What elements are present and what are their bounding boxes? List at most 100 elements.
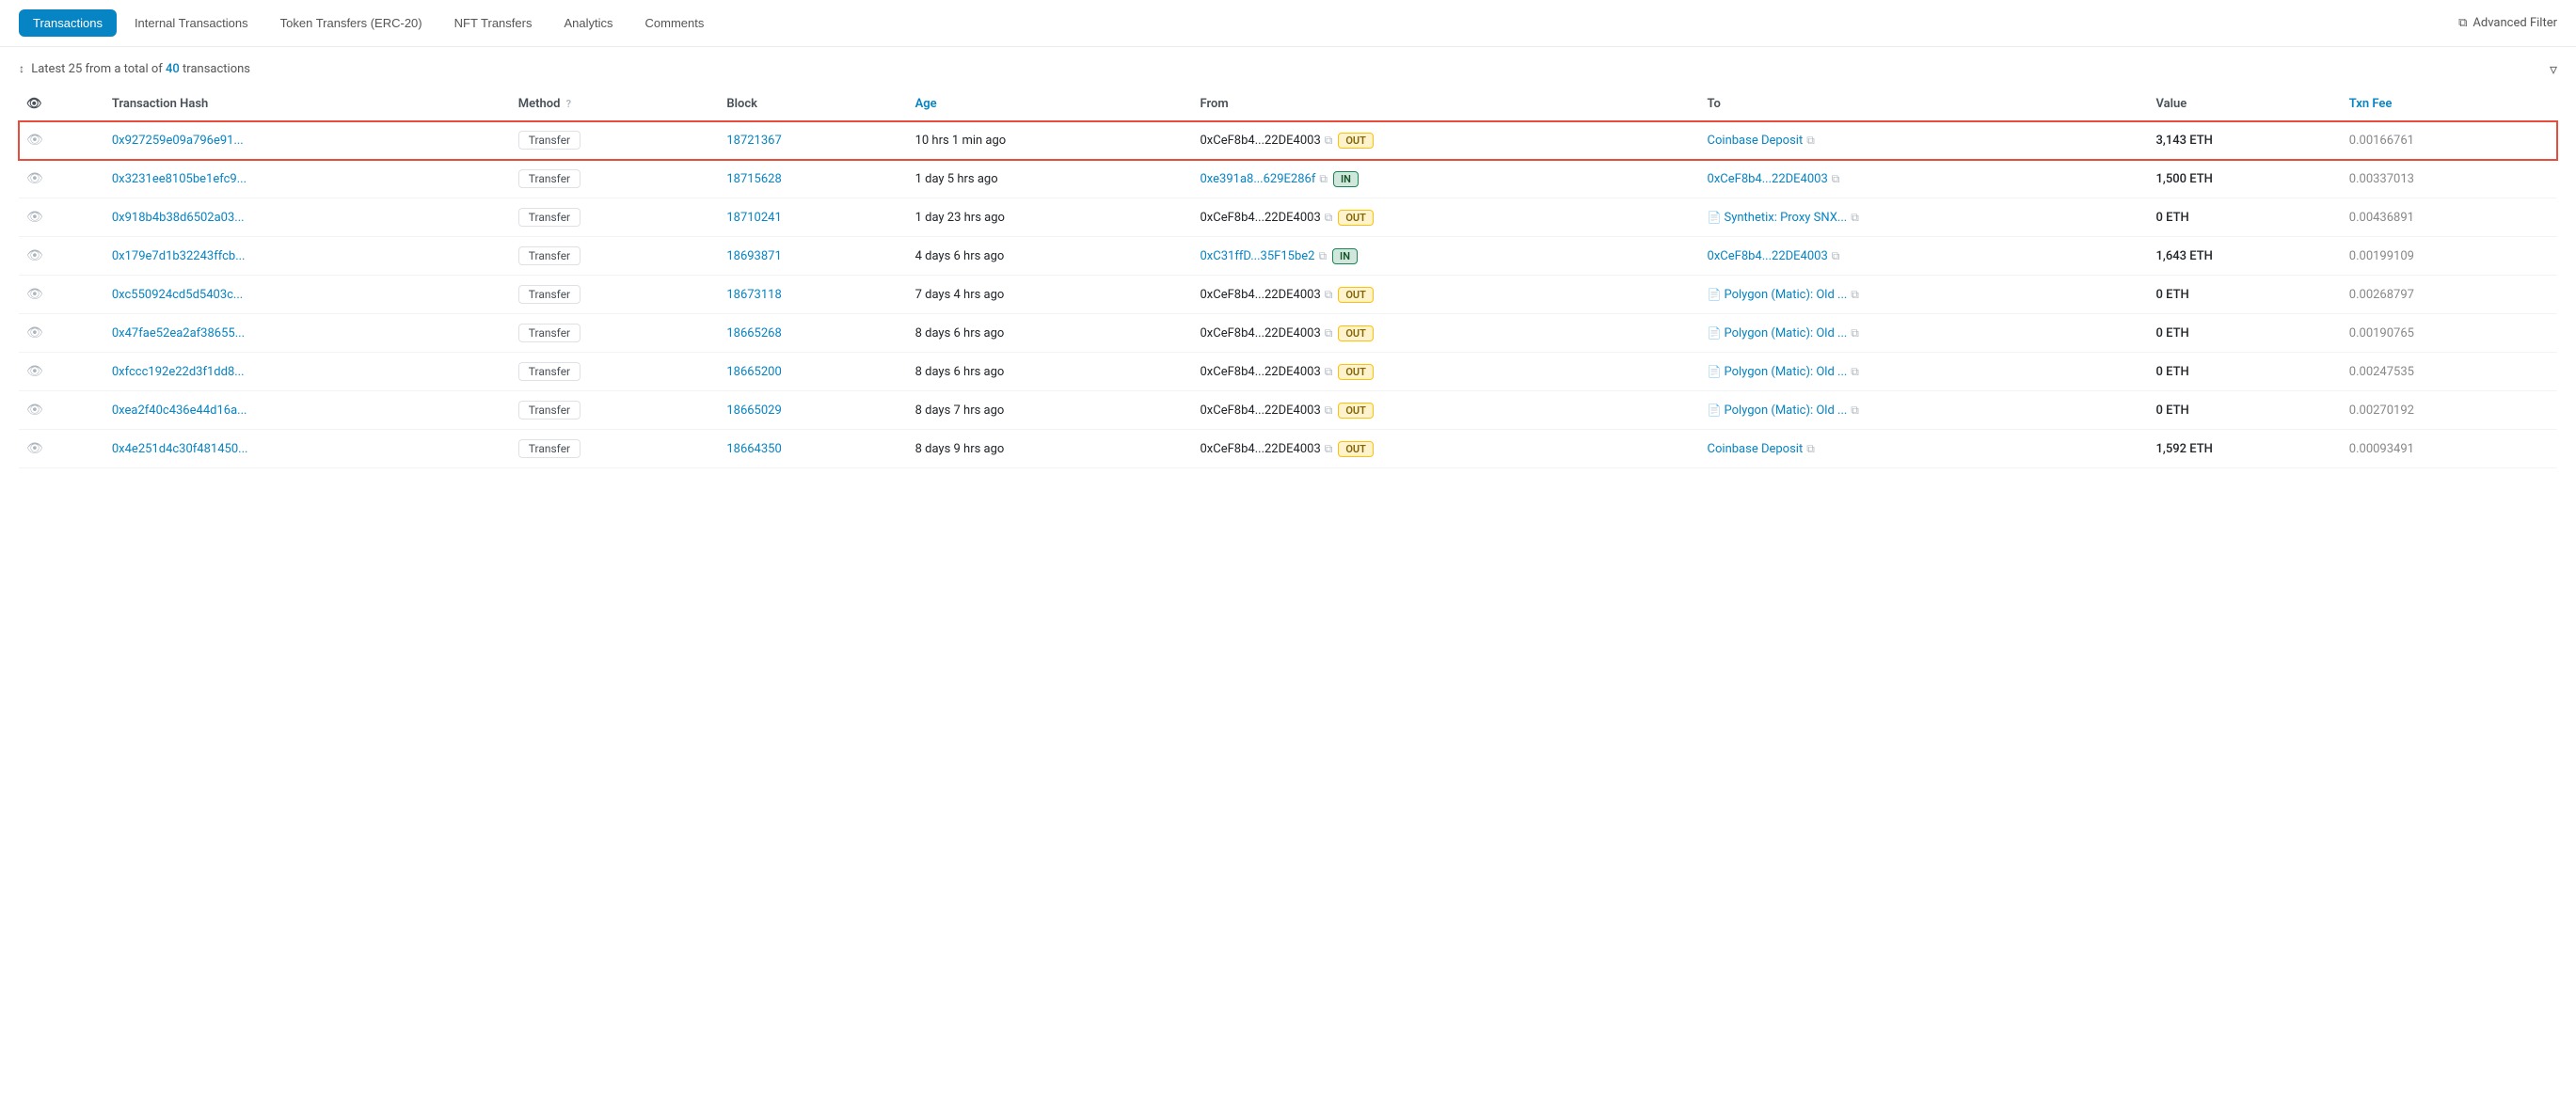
block-link[interactable]: 18664350 [726,442,781,456]
row-eye-icon[interactable]: 👁 [26,248,43,263]
to-address-link[interactable]: Polygon (Matic): Old ... [1724,404,1847,418]
col-age[interactable]: Age [908,87,1193,121]
row-eye-icon[interactable]: 👁 [26,403,43,418]
txn-fee-cell: 0.00166761 [2342,121,2557,160]
from-address: 0xCeF8b4...22DE4003 [1201,365,1321,379]
filter-button[interactable]: ▿ [2550,60,2557,78]
from-copy-icon[interactable]: ⧉ [1325,288,1333,302]
value-cell: 0 ETH [2149,198,2342,237]
to-address-link[interactable]: Coinbase Deposit [1708,134,1804,148]
total-count[interactable]: 40 [166,62,180,76]
tx-hash-link[interactable]: 0x3231ee8105be1efc9... [112,172,246,186]
from-copy-icon[interactable]: ⧉ [1325,326,1333,340]
eye-header-icon: 👁 [26,97,42,111]
to-copy-icon[interactable]: ⧉ [1851,326,1859,340]
from-copy-icon[interactable]: ⧉ [1325,134,1333,148]
age-cell: 7 days 4 hrs ago [908,276,1193,314]
tx-hash-link[interactable]: 0x179e7d1b32243ffcb... [112,249,246,263]
row-eye-icon[interactable]: 👁 [26,441,43,456]
to-copy-icon[interactable]: ⧉ [1851,288,1859,302]
block-link[interactable]: 18721367 [726,134,781,148]
tx-hash-link[interactable]: 0x47fae52ea2af38655... [112,326,245,340]
nav-tab-nft-transfers[interactable]: NFT Transfers [440,9,547,37]
sort-icon: ↕ [19,62,24,75]
block-link[interactable]: 18710241 [726,211,781,225]
table-row: 👁0x179e7d1b32243ffcb...Transfer186938714… [19,237,2557,276]
from-copy-icon[interactable]: ⧉ [1318,249,1327,263]
block-link[interactable]: 18693871 [726,249,781,263]
col-method: Method ? [511,87,720,121]
direction-badge: OUT [1338,287,1374,303]
from-copy-icon[interactable]: ⧉ [1325,365,1333,379]
to-address-link[interactable]: Coinbase Deposit [1708,442,1804,456]
to-copy-icon[interactable]: ⧉ [1806,442,1815,456]
table-row: 👁0x918b4b38d6502a03...Transfer187102411 … [19,198,2557,237]
block-link[interactable]: 18665268 [726,326,781,340]
from-copy-icon[interactable]: ⧉ [1325,404,1333,418]
to-address-link[interactable]: Polygon (Matic): Old ... [1724,365,1847,379]
row-eye-icon[interactable]: 👁 [26,287,43,302]
row-eye-icon[interactable]: 👁 [26,133,43,148]
advanced-filter-label: Advanced Filter [2473,16,2557,30]
from-address: 0xCeF8b4...22DE4003 [1201,326,1321,340]
tx-hash-link[interactable]: 0xea2f40c436e44d16a... [112,404,247,418]
to-address-link[interactable]: 0xCeF8b4...22DE4003 [1708,249,1828,263]
col-txn-fee[interactable]: Txn Fee [2342,87,2557,121]
tx-hash-link[interactable]: 0xc550924cd5d5403c... [112,288,243,302]
to-copy-icon[interactable]: ⧉ [1851,211,1859,225]
nav-tab-internal-transactions[interactable]: Internal Transactions [120,9,262,37]
summary-text: ↕ Latest 25 from a total of 40 transacti… [19,62,250,76]
txn-fee-cell: 0.00199109 [2342,237,2557,276]
from-address-link[interactable]: 0xC31ffD...35F15be2 [1201,249,1315,263]
block-link[interactable]: 18665029 [726,404,781,418]
to-address-link[interactable]: 0xCeF8b4...22DE4003 [1708,172,1828,186]
contract-icon: 📄 [1708,404,1722,417]
block-link[interactable]: 18665200 [726,365,781,379]
transactions-table: 👁 Transaction Hash Method ? Block Age Fr… [19,87,2557,468]
advanced-filter-button[interactable]: ⧉ Advanced Filter [2458,16,2557,30]
from-copy-icon[interactable]: ⧉ [1319,172,1328,186]
age-cell: 8 days 6 hrs ago [908,353,1193,391]
nav-tab-analytics[interactable]: Analytics [549,9,627,37]
direction-badge: OUT [1338,133,1374,149]
row-eye-icon[interactable]: 👁 [26,364,43,379]
from-copy-icon[interactable]: ⧉ [1325,211,1333,225]
tx-hash-link[interactable]: 0x4e251d4c30f481450... [112,442,248,456]
from-address-link[interactable]: 0xe391a8...629E286f [1201,172,1316,186]
block-link[interactable]: 18715628 [726,172,781,186]
to-address-link[interactable]: Polygon (Matic): Old ... [1724,326,1847,340]
method-badge: Transfer [518,324,580,342]
row-eye-icon[interactable]: 👁 [26,171,43,186]
from-address: 0xCeF8b4...22DE4003 [1201,134,1321,148]
block-link[interactable]: 18673118 [726,288,781,302]
col-to: To [1700,87,2149,121]
from-address: 0xCeF8b4...22DE4003 [1201,288,1321,302]
tx-hash-link[interactable]: 0x927259e09a796e91... [112,134,244,148]
from-address: 0xCeF8b4...22DE4003 [1201,442,1321,456]
txn-fee-cell: 0.00190765 [2342,314,2557,353]
to-copy-icon[interactable]: ⧉ [1851,404,1859,418]
value-cell: 1,643 ETH [2149,237,2342,276]
table-row: 👁0xc550924cd5d5403c...Transfer186731187 … [19,276,2557,314]
tx-hash-link[interactable]: 0x918b4b38d6502a03... [112,211,245,225]
value-cell: 0 ETH [2149,314,2342,353]
method-badge: Transfer [518,401,580,419]
nav-tab-comments[interactable]: Comments [631,9,719,37]
to-copy-icon[interactable]: ⧉ [1832,249,1840,263]
to-copy-icon[interactable]: ⧉ [1851,365,1859,379]
to-copy-icon[interactable]: ⧉ [1806,134,1815,148]
direction-badge: OUT [1338,364,1374,380]
row-eye-icon[interactable]: 👁 [26,210,43,225]
nav-tabs-container: TransactionsInternal TransactionsToken T… [19,9,718,37]
to-address-link[interactable]: Polygon (Matic): Old ... [1724,288,1847,302]
method-help-icon[interactable]: ? [566,98,571,110]
age-cell: 1 day 23 hrs ago [908,198,1193,237]
row-eye-icon[interactable]: 👁 [26,325,43,340]
to-address-link[interactable]: Synthetix: Proxy SNX... [1724,211,1847,225]
tx-hash-link[interactable]: 0xfccc192e22d3f1dd8... [112,365,245,379]
nav-tab-token-transfers[interactable]: Token Transfers (ERC-20) [266,9,437,37]
to-copy-icon[interactable]: ⧉ [1832,172,1840,186]
col-eye: 👁 [19,87,104,121]
nav-tab-transactions[interactable]: Transactions [19,9,117,37]
from-copy-icon[interactable]: ⧉ [1325,442,1333,456]
